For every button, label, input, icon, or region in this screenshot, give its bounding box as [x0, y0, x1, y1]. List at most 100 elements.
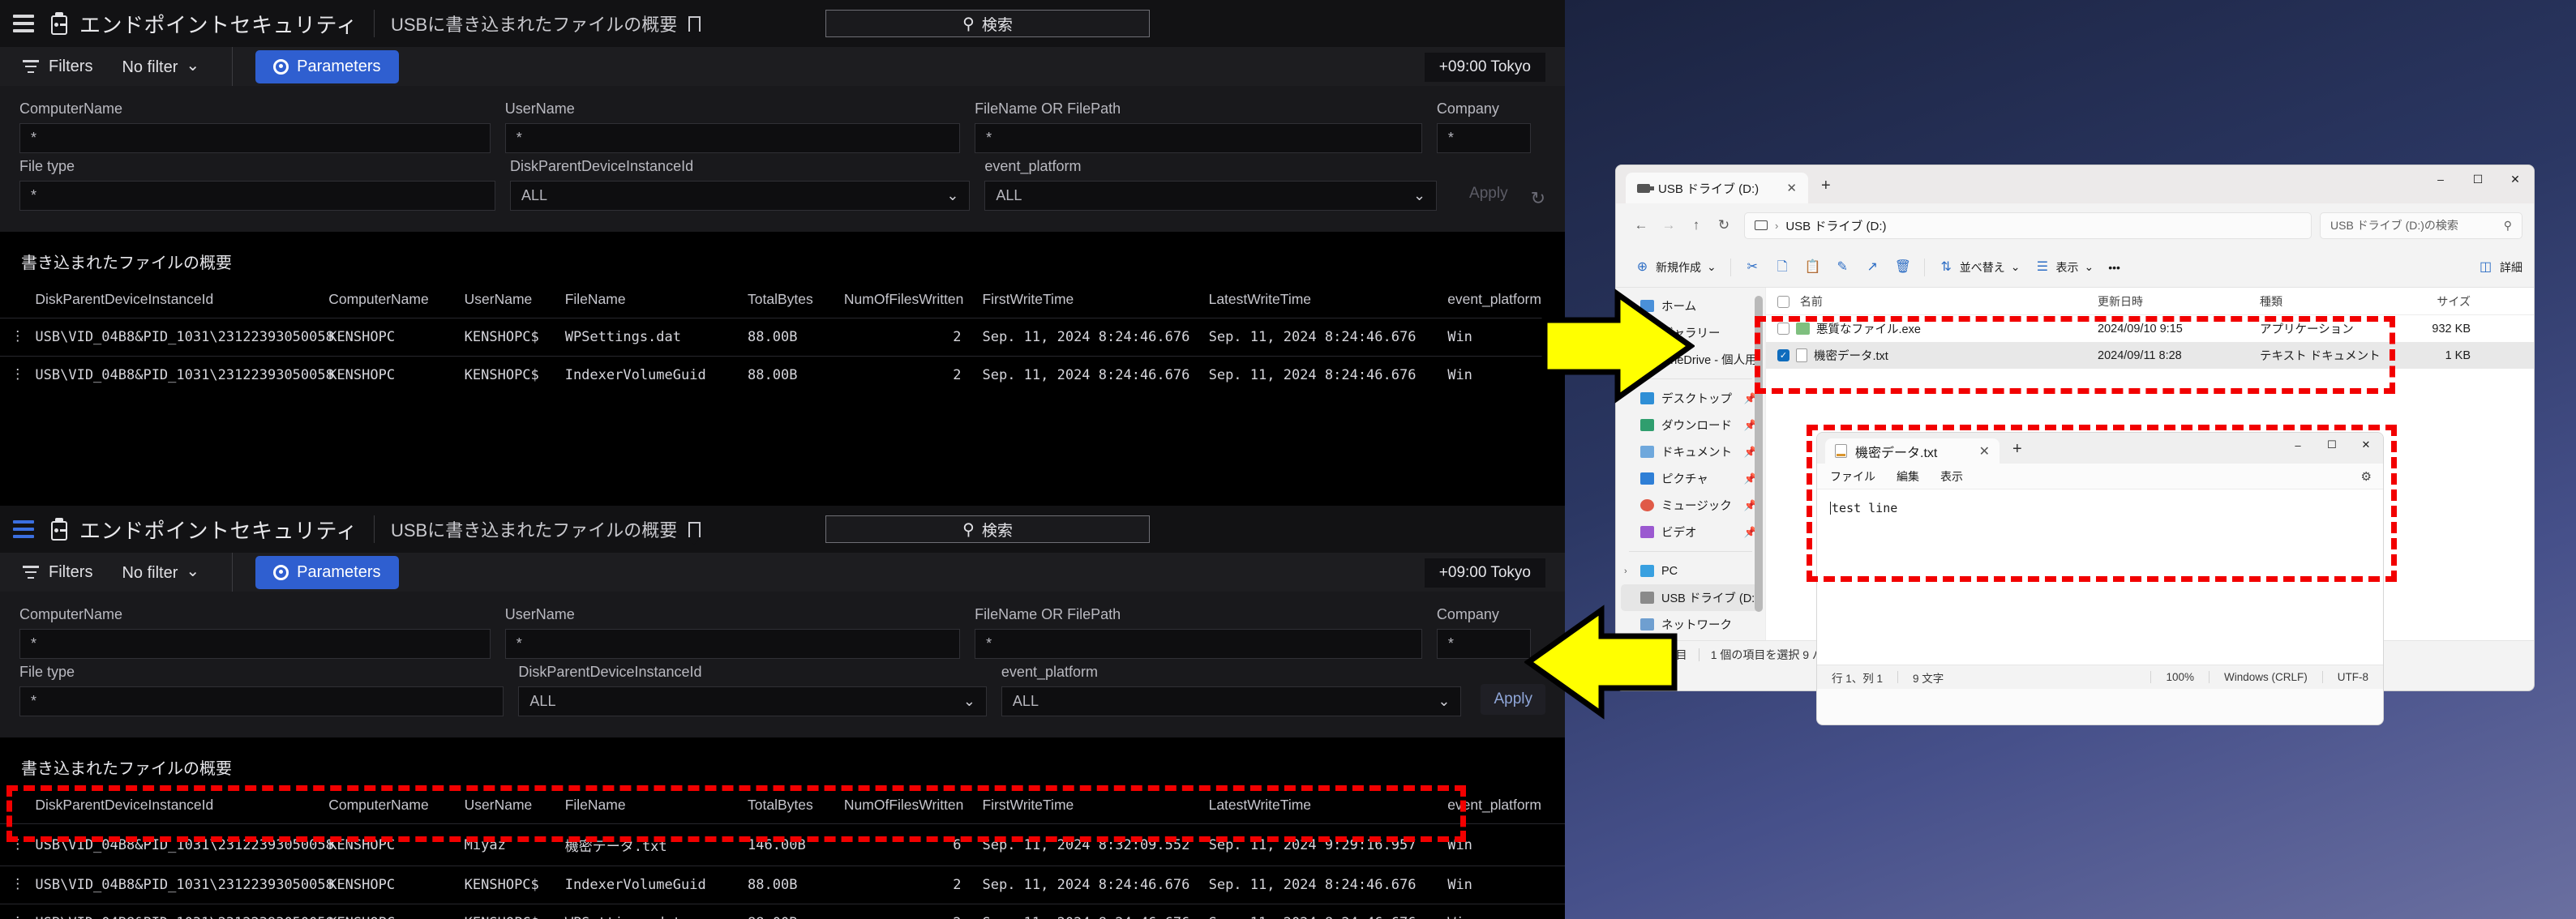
computername-input[interactable]: * [19, 123, 491, 153]
row-menu-icon[interactable]: ⋮ [0, 866, 36, 904]
bookmark-icon[interactable] [688, 15, 701, 39]
close-tab-icon[interactable]: ✕ [1786, 181, 1797, 195]
col-size[interactable]: サイズ [2394, 293, 2484, 310]
parameters-button[interactable]: Parameters [255, 49, 399, 83]
col-file[interactable]: FileName [564, 286, 748, 318]
bookmark-icon[interactable] [688, 521, 701, 545]
sort-button[interactable]: ⇅ 並べ替え ⌄ [1931, 254, 2028, 280]
filename-input[interactable]: * [975, 123, 1422, 153]
col-user[interactable]: UserName [464, 792, 565, 824]
up-icon[interactable]: ↑ [1682, 212, 1710, 238]
col-bytes[interactable]: TotalBytes [748, 286, 844, 318]
sidebar-item-gallery[interactable]: ギャラリー [1616, 319, 1765, 346]
row-menu-icon[interactable]: ⋮ [0, 318, 36, 357]
maximize-icon[interactable]: ☐ [2315, 433, 2349, 457]
col-num[interactable]: NumOfFilesWritten [843, 792, 983, 824]
sidebar-item-downloads[interactable]: ダウンロード 📌 [1616, 412, 1765, 438]
menu-edit[interactable]: 編集 [1897, 468, 1919, 485]
menu-icon[interactable] [13, 15, 34, 32]
close-icon[interactable]: ✕ [2497, 165, 2534, 193]
header-name-cell[interactable]: 名前 [1766, 293, 2086, 310]
select-all-checkbox[interactable] [1777, 295, 1789, 308]
no-filter-dropdown[interactable]: No filter ⌄ [122, 57, 199, 77]
breadcrumb[interactable]: › USB ドライブ (D:) [1744, 212, 2312, 239]
minimize-icon[interactable]: – [2281, 433, 2315, 457]
company-input[interactable]: * [1436, 629, 1532, 659]
event-platform-select[interactable]: ALL ⌄ [1001, 686, 1462, 716]
sidebar-item-pictures[interactable]: ピクチャ 📌 [1616, 465, 1765, 492]
col-first[interactable]: FirstWriteTime [982, 792, 1209, 824]
copy-button[interactable]: 🗋 [1768, 254, 1798, 280]
row-menu-icon[interactable]: ⋮ [0, 904, 36, 919]
delete-button[interactable]: 🗑 [1888, 254, 1918, 280]
filename-input[interactable]: * [975, 629, 1422, 659]
col-computer[interactable]: ComputerName [328, 792, 465, 824]
row-checkbox[interactable]: ✓ [1777, 349, 1789, 361]
forward-icon[interactable]: → [1655, 212, 1682, 238]
diskparent-select[interactable]: ALL ⌄ [518, 686, 987, 716]
col-num[interactable]: NumOfFilesWritten [843, 286, 983, 318]
table-row[interactable]: ⋮ USB\VID_04B8&PID_1031\23122393050058 K… [0, 318, 1565, 357]
sidebar-item-videos[interactable]: ビデオ 📌 [1616, 519, 1765, 545]
table-row[interactable]: ⋮ USB\VID_04B8&PID_1031\23122393050058 K… [0, 823, 1565, 866]
notepad-window[interactable]: 機密データ.txt ✕ + – ☐ ✕ ファイル 編集 表示 ⚙ test li… [1816, 432, 2384, 725]
refresh-icon[interactable]: ↻ [1710, 212, 1738, 238]
computername-input[interactable]: * [19, 629, 491, 659]
diskparent-select[interactable]: ALL ⌄ [509, 181, 971, 211]
col-computer[interactable]: ComputerName [328, 286, 465, 318]
close-icon[interactable]: ✕ [2349, 433, 2383, 457]
no-filter-dropdown[interactable]: No filter ⌄ [122, 562, 199, 583]
explorer-search-input[interactable]: USB ドライブ (D:)の検索 ⚲ [2320, 212, 2522, 239]
sidebar-item-network[interactable]: ネットワーク [1616, 611, 1765, 638]
list-item[interactable]: 悪質なファイル.exe 2024/09/10 9:15 アプリケーション 932… [1766, 315, 2534, 342]
nav-scrollbar[interactable] [1755, 296, 1763, 612]
row-menu-icon[interactable]: ⋮ [0, 356, 36, 394]
more-button[interactable]: ••• [2101, 256, 2128, 279]
search-input[interactable]: ⚲ 検索 [825, 10, 1150, 37]
share-button[interactable]: ↗ [1858, 254, 1888, 280]
event-platform-select[interactable]: ALL ⌄ [984, 181, 1438, 211]
col-file[interactable]: FileName [564, 792, 748, 824]
col-disk[interactable]: DiskParentDeviceInstanceId [35, 792, 329, 824]
new-tab-button[interactable]: + [2012, 440, 2022, 459]
details-pane-button[interactable]: ◫ 詳細 [2478, 259, 2522, 276]
col-platform[interactable]: event_platform [1447, 286, 1565, 318]
list-item[interactable]: ✓ 機密データ.txt 2024/09/11 8:28 テキスト ドキュメント … [1766, 342, 2534, 369]
rename-button[interactable]: ✎ [1828, 254, 1858, 280]
cut-button[interactable]: ✂ [1738, 254, 1768, 280]
explorer-tab[interactable]: USB ドライブ (D:) ✕ [1626, 173, 1808, 203]
row-checkbox[interactable] [1777, 323, 1789, 335]
col-bytes[interactable]: TotalBytes [748, 792, 844, 824]
paste-button[interactable]: 📋 [1798, 254, 1828, 280]
row-menu-icon[interactable]: ⋮ [0, 823, 36, 866]
col-user[interactable]: UserName [464, 286, 565, 318]
minimize-icon[interactable]: – [2422, 165, 2459, 193]
new-tab-button[interactable]: + [1821, 177, 1831, 195]
refresh-icon[interactable]: ↻ [1531, 188, 1545, 209]
back-icon[interactable]: ← [1627, 212, 1655, 238]
search-input[interactable]: ⚲ 検索 [825, 515, 1150, 543]
col-first[interactable]: FirstWriteTime [982, 286, 1209, 318]
col-latest[interactable]: LatestWriteTime [1208, 792, 1448, 824]
sidebar-item-music[interactable]: ミュージック 📌 [1616, 492, 1765, 519]
menu-view[interactable]: 表示 [1940, 468, 1963, 485]
new-item-button[interactable]: ⊕ 新規作成 ⌄ [1627, 254, 1724, 280]
col-disk[interactable]: DiskParentDeviceInstanceId [35, 286, 329, 318]
sidebar-item-onedrive[interactable]: OneDrive - 個人用 [1616, 346, 1765, 373]
sidebar-item-usb-drive[interactable]: USB ドライブ (D:) [1621, 584, 1760, 611]
sidebar-item-home[interactable]: ホーム [1616, 293, 1765, 319]
col-date[interactable]: 更新日時 [2086, 293, 2248, 310]
table-row[interactable]: ⋮ USB\VID_04B8&PID_1031\23122393050058 K… [0, 356, 1565, 394]
gear-icon[interactable]: ⚙ [2361, 469, 2372, 484]
filetype-input[interactable]: * [19, 181, 495, 211]
notepad-tab[interactable]: 機密データ.txt ✕ [1825, 438, 2000, 464]
close-tab-icon[interactable]: ✕ [1979, 443, 1990, 460]
chevron-right-icon[interactable]: › [1624, 566, 1627, 576]
col-platform[interactable]: event_platform [1447, 792, 1565, 824]
notepad-editor[interactable]: test line [1817, 489, 2383, 665]
table-row[interactable]: ⋮ USB\VID_04B8&PID_1031\23122393050058 K… [0, 866, 1565, 904]
parameters-button[interactable]: Parameters [255, 555, 399, 589]
apply-button[interactable]: Apply [1481, 684, 1545, 715]
col-latest[interactable]: LatestWriteTime [1208, 286, 1448, 318]
company-input[interactable]: * [1436, 123, 1532, 153]
